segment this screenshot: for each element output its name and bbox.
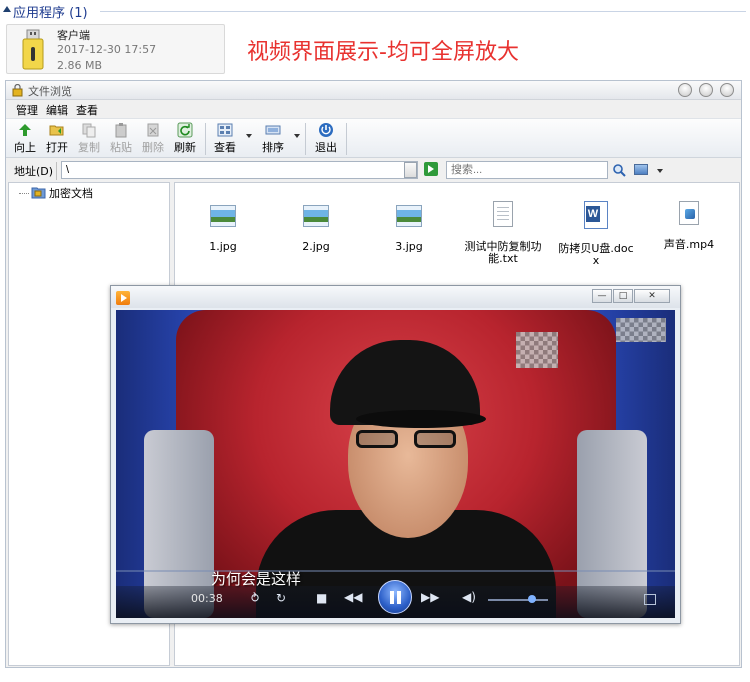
image-file-icon (303, 205, 329, 227)
toolbar-separator (305, 123, 306, 155)
sort-button[interactable]: 排序 (258, 121, 288, 157)
delete-button[interactable]: 删除 (138, 121, 168, 157)
app-tile[interactable]: 客户端 2017-12-30 17:57 2.86 MB (6, 24, 225, 74)
minimize-button[interactable] (678, 83, 692, 97)
sort-dropdown-icon[interactable] (294, 134, 300, 138)
volume-icon[interactable]: ◀) (462, 590, 476, 604)
tree-connector (19, 193, 29, 194)
volume-slider[interactable] (488, 599, 548, 601)
menu-manage[interactable]: 管理 (16, 102, 38, 118)
close-button[interactable] (720, 83, 734, 97)
menu-view[interactable]: 查看 (76, 102, 98, 118)
refresh-icon (177, 122, 193, 138)
go-arrow-icon[interactable] (424, 162, 438, 176)
copy-icon (82, 123, 96, 138)
section-title: 应用程序 (1) (13, 6, 88, 21)
app-size: 2.86 MB (57, 59, 103, 72)
view-mode-dropdown-icon[interactable] (657, 169, 663, 173)
mosaic-blur (616, 318, 666, 342)
toolbar-separator (346, 123, 347, 155)
locked-folder-icon (31, 187, 46, 199)
maximize-button[interactable] (699, 83, 713, 97)
refresh-button[interactable]: 刷新 (170, 121, 200, 157)
video-frame[interactable]: 为何会是这样 00:38 ⥁ ↻ ■ ◀◀ ▶▶ ◀) (116, 310, 675, 618)
view-mode-icon[interactable] (634, 164, 648, 175)
usb-drive-icon (22, 29, 44, 70)
copy-button[interactable]: 复制 (74, 121, 104, 157)
up-button[interactable]: 向上 (10, 121, 40, 157)
player-logo-icon (116, 291, 130, 305)
volume-knob[interactable] (528, 595, 536, 603)
tree-item-label: 加密文档 (49, 187, 93, 200)
paste-icon (115, 123, 127, 138)
file-item[interactable]: 3.jpg (369, 201, 449, 253)
image-file-icon (210, 205, 236, 227)
stop-icon[interactable]: ■ (316, 591, 327, 605)
video-file-icon (679, 201, 699, 225)
cap-brim (356, 410, 486, 428)
view-dropdown-icon[interactable] (246, 134, 252, 138)
file-item[interactable]: 2.jpg (276, 201, 356, 253)
section-divider (100, 11, 746, 12)
menu-bar: 管理 编辑 查看 (6, 100, 741, 118)
progress-track[interactable] (116, 570, 675, 572)
fullscreen-icon[interactable] (644, 594, 656, 605)
headline-caption: 视频界面展示-均可全屏放大 (247, 40, 519, 65)
loop-icon[interactable]: ⥁ (251, 591, 259, 605)
text-file-icon (493, 201, 513, 227)
mosaic-blur (516, 332, 558, 368)
menu-edit[interactable]: 编辑 (46, 102, 68, 118)
pause-button[interactable] (378, 580, 412, 614)
app-date: 2017-12-30 17:57 (57, 43, 157, 56)
word-file-icon (584, 201, 608, 229)
app-name: 客户端 (57, 29, 90, 42)
paste-button[interactable]: 粘贴 (106, 121, 136, 157)
player-minimize-button[interactable]: — (592, 289, 612, 303)
repeat-icon[interactable]: ↻ (276, 591, 286, 605)
folder-open-icon (49, 125, 64, 136)
section-header[interactable]: 应用程序 (1) (0, 0, 750, 21)
power-icon (319, 123, 333, 137)
toolbar: 向上 打开 复制 粘贴 删除 刷新 查看 排序 退出 (6, 118, 741, 158)
address-history-dropdown[interactable] (404, 162, 417, 178)
view-button[interactable]: 查看 (210, 121, 240, 157)
player-close-button[interactable]: ✕ (634, 289, 670, 303)
video-player-window: — □ ✕ 为何会是这样 00:38 ⥁ ↻ ■ ◀◀ ▶▶ ◀) (110, 285, 681, 624)
arrow-up-icon (19, 124, 31, 136)
file-name: 测试中防复制功能.txt (464, 240, 542, 265)
exit-button[interactable]: 退出 (311, 121, 341, 157)
collapse-arrow-icon[interactable] (3, 6, 11, 12)
view-grid-icon (217, 123, 233, 137)
image-file-icon (396, 205, 422, 227)
lock-icon (12, 84, 23, 97)
player-maximize-button[interactable]: □ (613, 289, 633, 303)
address-bar: 地址(D) (6, 159, 741, 181)
fast-forward-icon[interactable]: ▶▶ (421, 590, 439, 604)
sort-icon (265, 125, 281, 135)
toolbar-separator (205, 123, 206, 155)
file-item[interactable]: 测试中防复制功能.txt (463, 201, 543, 265)
file-item[interactable]: 防拷贝U盘.docx (556, 201, 636, 267)
rewind-icon[interactable]: ◀◀ (344, 590, 362, 604)
file-browser-titlebar[interactable]: 文件浏览 (6, 81, 741, 100)
address-input[interactable] (61, 161, 418, 179)
open-button[interactable]: 打开 (42, 121, 72, 157)
playback-time: 00:38 (191, 592, 223, 605)
glasses (356, 430, 461, 448)
delete-icon (147, 123, 159, 137)
file-item[interactable]: 声音.mp4 (649, 201, 729, 251)
file-name: 1.jpg (209, 240, 237, 253)
file-name: 3.jpg (395, 240, 423, 253)
player-titlebar[interactable]: — □ ✕ (111, 286, 680, 308)
tree-item-encrypted-docs[interactable]: 加密文档 (9, 183, 169, 201)
search-icon[interactable] (612, 163, 626, 177)
file-item[interactable]: 1.jpg (183, 201, 263, 253)
address-label: 地址(D) (11, 162, 58, 180)
search-input[interactable] (446, 161, 608, 179)
file-name: 防拷贝U盘.docx (558, 242, 634, 267)
file-name: 2.jpg (302, 240, 330, 253)
file-browser-title: 文件浏览 (28, 85, 72, 98)
file-name: 声音.mp4 (663, 238, 715, 251)
